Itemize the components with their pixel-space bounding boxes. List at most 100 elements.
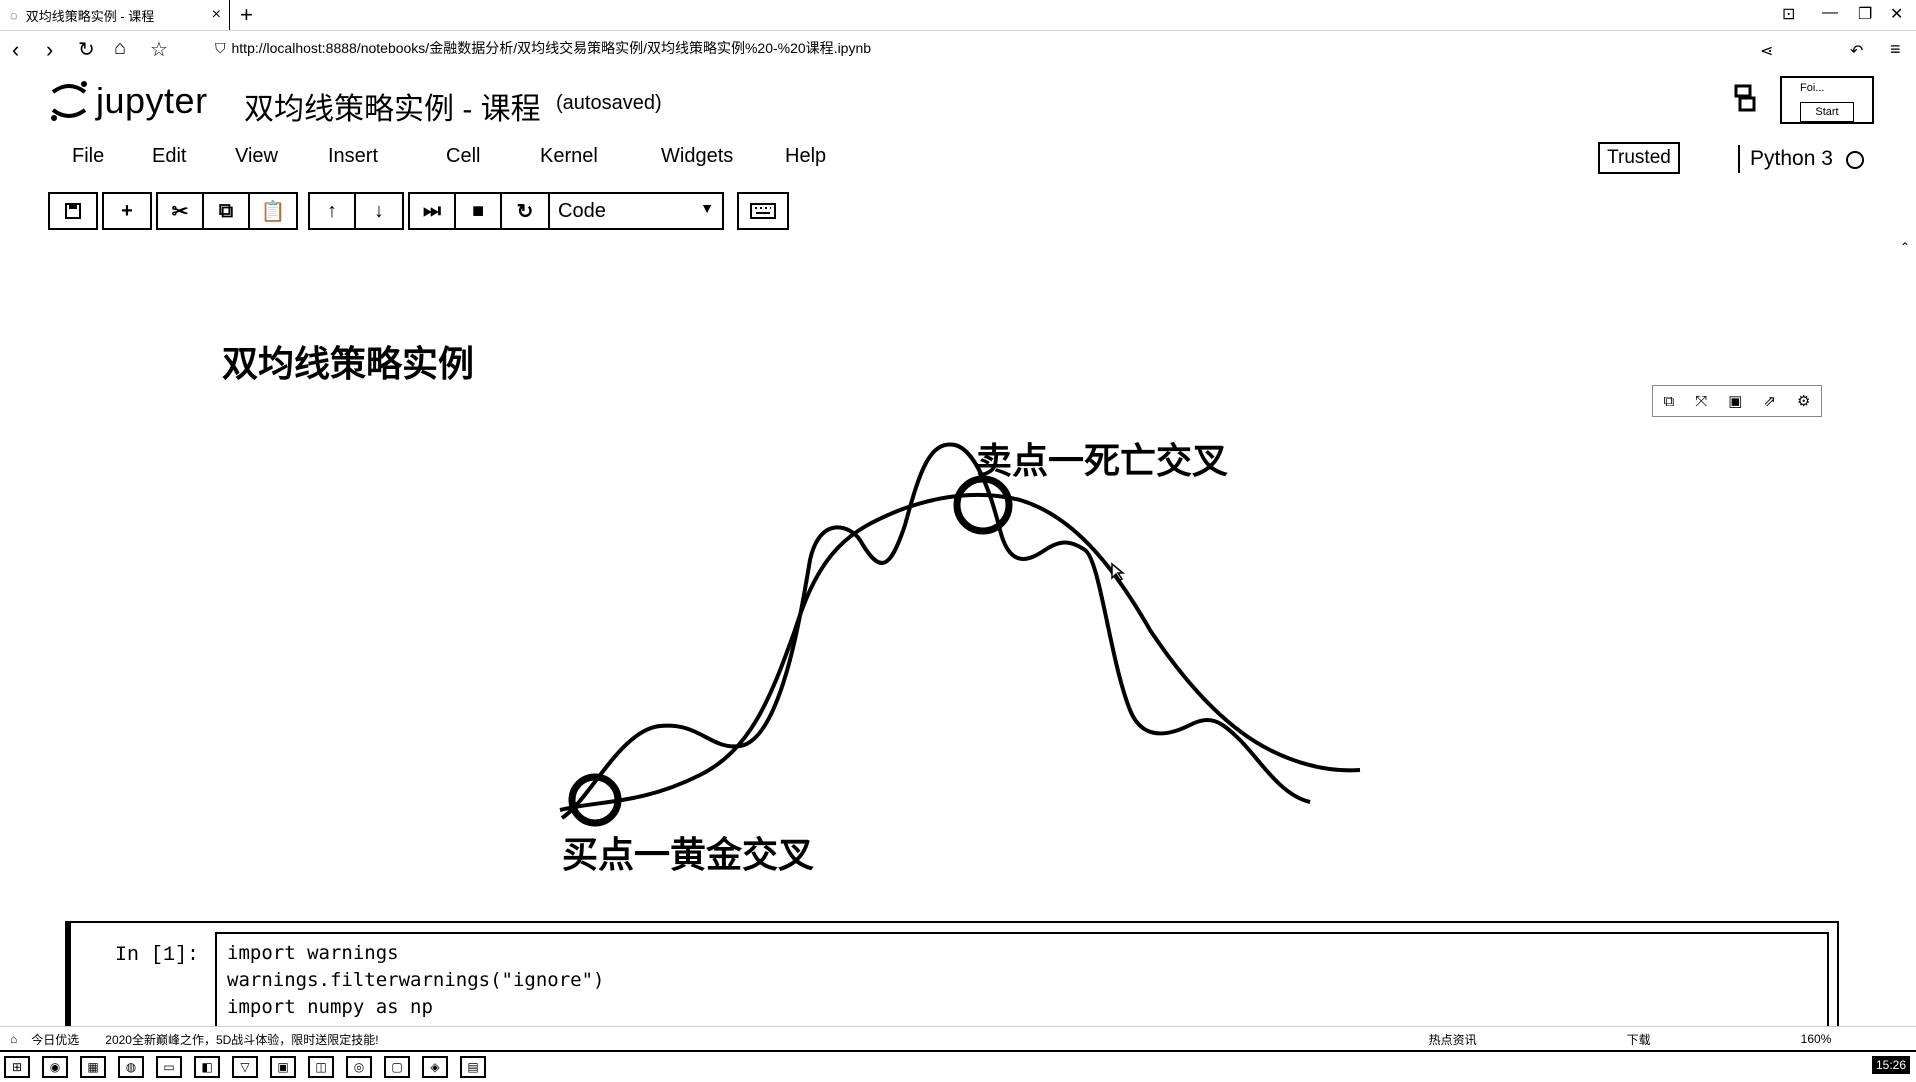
run-icon[interactable]: ⏭: [410, 194, 456, 228]
status-hot-news[interactable]: 热点资讯: [1429, 1031, 1477, 1048]
jupyter-logo[interactable]: jupyter: [48, 78, 208, 124]
save-group: [48, 192, 98, 230]
menu-edit[interactable]: Edit: [152, 145, 235, 168]
move-up-icon[interactable]: ↑: [310, 194, 356, 228]
stop-icon[interactable]: ■: [456, 194, 502, 228]
share-image-icon[interactable]: ⇗: [1763, 392, 1776, 410]
dropdown-arrow-icon: ▼: [700, 200, 714, 216]
taskbar-app-icon[interactable]: ◉: [42, 1056, 68, 1078]
fullscreen-icon[interactable]: ⤧: [1695, 393, 1707, 410]
insert-group: +: [102, 192, 152, 230]
status-ad-text[interactable]: 2020全新巅峰之作，5D战斗体验，限时送限定技能!: [105, 1031, 378, 1048]
taskbar-app-icon[interactable]: ◫: [308, 1056, 334, 1078]
death-cross-marker-icon: [953, 475, 1013, 535]
zoom-level[interactable]: 160%: [1801, 1032, 1832, 1046]
jupyter-logo-text: jupyter: [96, 80, 208, 121]
taskbar-app-icon[interactable]: ▭: [156, 1056, 182, 1078]
copy-icon[interactable]: ⧉: [204, 194, 250, 228]
taskbar-clock[interactable]: 15:26: [1871, 1056, 1910, 1074]
taskbar-app-icon[interactable]: ▽: [232, 1056, 258, 1078]
restore-button[interactable]: ❐: [1858, 4, 1872, 24]
cell-prompt: In [1]:: [115, 944, 200, 967]
address-bar[interactable]: ⛉ http://localhost:8888/notebooks/金融数据分析…: [215, 38, 871, 58]
taskbar-app-icon[interactable]: ▣: [270, 1056, 296, 1078]
menu-cell[interactable]: Cell: [446, 145, 540, 168]
bookmark-star-icon[interactable]: ☆: [150, 37, 168, 62]
scroll-marker: ⌃: [1900, 240, 1911, 254]
kernel-name[interactable]: Python 3: [1750, 147, 1833, 171]
new-tab-button[interactable]: +: [240, 2, 253, 28]
tab-close-icon[interactable]: ×: [212, 6, 221, 24]
menu-file[interactable]: File: [72, 145, 152, 168]
menu-view[interactable]: View: [235, 145, 328, 168]
moving-average-diagram: [559, 442, 1361, 827]
browser-menu-icon[interactable]: ≡: [1890, 39, 1901, 60]
menu-help[interactable]: Help: [785, 145, 826, 168]
notebook-title[interactable]: 双均线策略实例 - 课程: [244, 84, 541, 128]
move-group: ↑ ↓: [308, 192, 404, 230]
browser-tab[interactable]: ◌ 双均线策略实例 - 课程 ×: [0, 0, 230, 30]
home-icon[interactable]: ⌂: [114, 37, 126, 60]
trusted-indicator[interactable]: Trusted: [1598, 142, 1680, 174]
taskbar-app-icon[interactable]: ◍: [118, 1056, 144, 1078]
sell-point-label: 卖点一死亡交叉: [976, 440, 1229, 481]
settings-gear-icon[interactable]: ⚙: [1797, 392, 1810, 410]
back-icon[interactable]: ‹: [12, 37, 19, 63]
tab-title: 双均线策略实例 - 课程: [25, 8, 155, 24]
taskbar-app-icon[interactable]: ◈: [422, 1056, 448, 1078]
menu-widgets[interactable]: Widgets: [661, 145, 785, 168]
news-icon: ⌂: [10, 1032, 18, 1046]
url-text: http://localhost:8888/notebooks/金融数据分析/双…: [231, 40, 872, 56]
recorder-widget[interactable]: Foi... Start: [1780, 76, 1874, 124]
python-logo-icon: [1730, 80, 1760, 116]
site-shield-icon: ⛉: [215, 39, 226, 56]
move-down-icon[interactable]: ↓: [356, 194, 402, 228]
cell-type-select[interactable]: Code ▼: [548, 192, 724, 230]
status-download[interactable]: 下载: [1627, 1031, 1651, 1048]
copy-image-icon[interactable]: ⧉: [1664, 393, 1675, 410]
cell-type-value: Code: [558, 199, 606, 222]
code-line: import numpy as np: [227, 996, 433, 1018]
close-window-button[interactable]: ✕: [1890, 4, 1903, 24]
menu-kernel[interactable]: Kernel: [540, 145, 661, 168]
paste-icon[interactable]: 📋: [250, 194, 296, 228]
edit-group: ✂ ⧉ 📋: [156, 192, 298, 230]
tab-loading-icon: ◌: [10, 7, 18, 23]
code-line: warnings.filterwarnings("ignore"): [227, 969, 605, 991]
autosave-status: (autosaved): [556, 92, 662, 114]
share-icon[interactable]: ⋖: [1760, 41, 1773, 61]
run-group: ⏭ ■ ↻: [408, 192, 550, 230]
keyboard-icon[interactable]: [737, 192, 789, 230]
cut-icon[interactable]: ✂: [158, 194, 204, 228]
taskbar-app-icon[interactable]: ▢: [384, 1056, 410, 1078]
jupyter-logo-icon: [51, 81, 87, 121]
forward-icon[interactable]: ›: [46, 37, 53, 63]
menu-insert[interactable]: Insert: [328, 145, 446, 168]
save-image-icon[interactable]: ▣: [1728, 392, 1742, 410]
insert-cell-icon[interactable]: +: [104, 194, 150, 228]
taskbar-app-icon[interactable]: ◧: [194, 1056, 220, 1078]
image-toolbar: ⧉ ⤧ ▣ ⇗ ⚙: [1652, 385, 1822, 417]
menu-bar: File Edit View Insert Cell Kernel Widget…: [72, 145, 826, 168]
recorder-start-button[interactable]: Start: [1800, 102, 1854, 122]
markdown-heading: 双均线策略实例: [222, 343, 475, 384]
browser-status-bar: ⌂ 今日优选 2020全新巅峰之作，5D战斗体验，限时送限定技能! 热点资讯 下…: [0, 1026, 1916, 1051]
code-line: import warnings: [227, 942, 399, 964]
pin-window-icon[interactable]: ⊡: [1782, 4, 1795, 24]
recorder-label: Foi...: [1800, 82, 1825, 94]
taskbar-app-icon[interactable]: ▦: [80, 1056, 106, 1078]
start-menu-icon[interactable]: ⊞: [4, 1056, 30, 1078]
os-taskbar: ⊞ ◉ ▦ ◍ ▭ ◧ ▽ ▣ ◫ ◎ ▢ ◈ ▤ 15:26: [0, 1050, 1916, 1082]
restart-icon[interactable]: ↻: [502, 194, 548, 228]
minimize-button[interactable]: —: [1822, 4, 1838, 22]
taskbar-app-icon[interactable]: ◎: [346, 1056, 372, 1078]
buy-point-label: 买点一黄金交叉: [562, 834, 815, 875]
undo-icon[interactable]: ↶: [1850, 41, 1863, 61]
status-left-1[interactable]: 今日优选: [31, 1031, 79, 1048]
slow-moving-average-line: [559, 492, 1361, 812]
kernel-status-icon: [1846, 151, 1864, 169]
kernel-divider: [1738, 145, 1740, 173]
taskbar-app-icon[interactable]: ▤: [460, 1056, 486, 1078]
save-icon[interactable]: [50, 194, 96, 228]
reload-icon[interactable]: ↻: [78, 37, 95, 62]
